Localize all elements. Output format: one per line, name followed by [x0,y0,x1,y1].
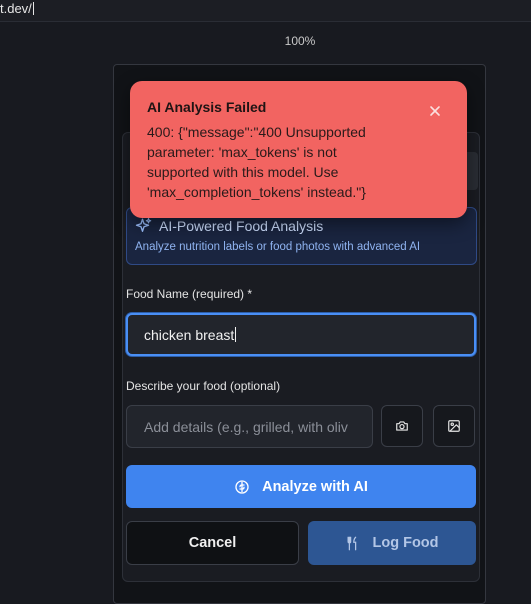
log-food-label: Log Food [372,535,439,551]
camera-button[interactable] [381,405,423,447]
ai-card-subtitle: Analyze nutrition labels or food photos … [135,241,421,253]
cancel-button[interactable]: Cancel [126,521,299,565]
food-name-input[interactable]: chicken breast [126,313,476,356]
cancel-label: Cancel [188,535,237,551]
log-food-button[interactable]: Log Food [308,521,476,565]
utensils-icon [347,536,357,550]
image-upload-button[interactable] [433,405,475,447]
food-name-value: chicken breast [144,326,235,343]
toast-message: 400: {"message":"400 Unsupported paramet… [147,124,366,200]
image-icon [448,420,460,432]
toast-title: AI Analysis Failed [147,99,267,115]
url-text: t.dev/ [0,1,34,16]
analyze-label: Analyze with AI [262,478,368,495]
description-input[interactable]: Add details (e.g., grilled, with oliv [126,405,373,448]
sparkle-icon [135,217,152,232]
describe-label: Describe your food (optional) [126,379,281,393]
ai-card-title: AI-Powered Food Analysis [159,218,324,234]
description-placeholder: Add details (e.g., grilled, with oliv [144,418,348,435]
camera-icon [396,421,408,431]
close-icon[interactable] [428,104,442,118]
zoom-level: 100% [284,34,316,48]
address-bar[interactable]: t.dev/ [0,0,531,22]
brain-icon [235,479,249,494]
food-name-label: Food Name (required) * [126,287,253,301]
analyze-with-ai-button[interactable]: Analyze with AI [126,465,476,508]
